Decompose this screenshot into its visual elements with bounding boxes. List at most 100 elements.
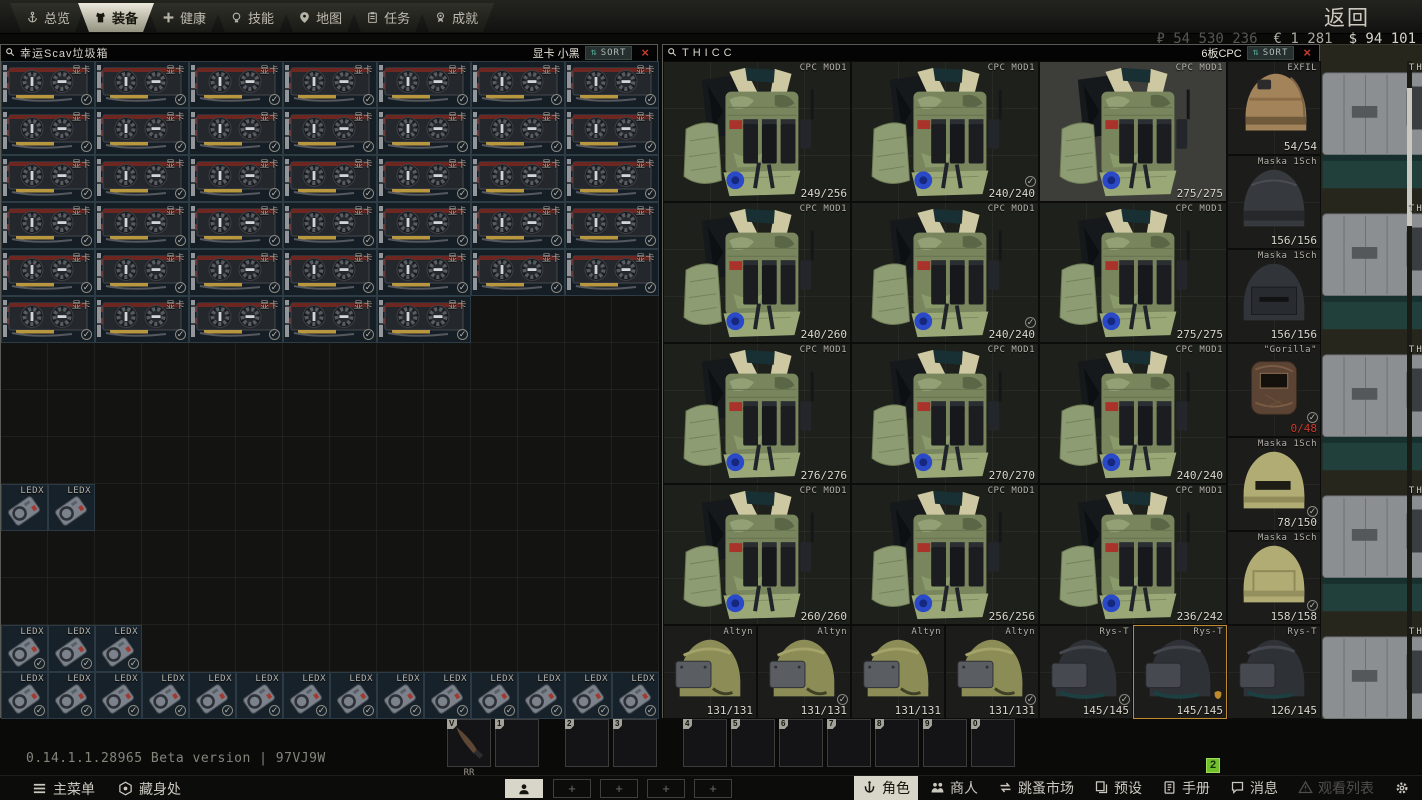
helmet-item[interactable]: Rys-T145/145: [1133, 625, 1227, 719]
quick-slot-V[interactable]: V: [447, 719, 491, 767]
gpu-item[interactable]: 显卡✓: [95, 155, 189, 202]
helmet-item[interactable]: Maska 1Sch156/156: [1227, 155, 1321, 249]
gpu-item[interactable]: 显卡✓: [565, 155, 659, 202]
add-slot-button[interactable]: +: [553, 779, 591, 798]
gpu-item[interactable]: 显卡✓: [189, 108, 283, 155]
ledx-item[interactable]: LEDX✓: [471, 672, 518, 719]
helmet-item[interactable]: Maska 1Sch158/158✓: [1227, 531, 1321, 625]
ledx-item[interactable]: LEDX✓: [48, 625, 95, 672]
gpu-item[interactable]: 显卡✓: [283, 61, 377, 108]
ledx-item[interactable]: LEDX✓: [236, 672, 283, 719]
gpu-item[interactable]: 显卡✓: [471, 108, 565, 155]
back-button[interactable]: 返回: [1324, 2, 1370, 32]
armor-item[interactable]: CPC MOD1240/260: [663, 202, 851, 343]
quick-slot-6[interactable]: 6: [779, 719, 823, 767]
thicc-window-header[interactable]: THICC 6板CPC ⇅SORT ×: [663, 45, 1319, 62]
tab-skills[interactable]: 技能: [214, 3, 290, 32]
gpu-item[interactable]: 显卡✓: [565, 61, 659, 108]
armor-item[interactable]: CPC MOD1240/240✓: [851, 202, 1039, 343]
armor-item[interactable]: CPC MOD1240/240: [1039, 343, 1227, 484]
armor-item[interactable]: CPC MOD1236/242: [1039, 484, 1227, 625]
watchlist-button[interactable]: 观看列表: [1290, 776, 1382, 800]
helmet-item[interactable]: Maska 1Sch156/156: [1227, 249, 1321, 343]
gpu-item[interactable]: 显卡✓: [1, 296, 95, 343]
ledx-item[interactable]: LEDX✓: [612, 672, 659, 719]
gpu-item[interactable]: 显卡✓: [189, 61, 283, 108]
ledx-item[interactable]: LEDX✓: [565, 672, 612, 719]
gpu-item[interactable]: 显卡✓: [283, 249, 377, 296]
add-slot-button[interactable]: +: [694, 779, 732, 798]
ledx-item[interactable]: LEDX✓: [95, 672, 142, 719]
helmet-item[interactable]: Maska 1Sch78/150✓: [1227, 437, 1321, 531]
gpu-item[interactable]: 显卡✓: [95, 296, 189, 343]
gpu-item[interactable]: 显卡✓: [95, 61, 189, 108]
gpu-item[interactable]: 显卡✓: [471, 249, 565, 296]
thicc-close-icon[interactable]: ×: [1299, 47, 1315, 59]
ledx-item[interactable]: LEDX✓: [48, 672, 95, 719]
tab-health[interactable]: 健康: [146, 3, 222, 32]
armor-item[interactable]: CPC MOD1270/270: [851, 343, 1039, 484]
gpu-item[interactable]: 显卡✓: [377, 61, 471, 108]
gpu-item[interactable]: 显卡✓: [189, 249, 283, 296]
gpu-item[interactable]: 显卡✓: [565, 108, 659, 155]
gpu-item[interactable]: 显卡✓: [471, 61, 565, 108]
armor-item[interactable]: CPC MOD1249/256: [663, 61, 851, 202]
quick-slot-2[interactable]: 2: [565, 719, 609, 767]
settings-button[interactable]: [1386, 778, 1418, 798]
traders-button[interactable]: 商人: [922, 776, 986, 800]
armor-item[interactable]: CPC MOD1276/276: [663, 343, 851, 484]
gpu-item[interactable]: 显卡✓: [1, 249, 95, 296]
gpu-item[interactable]: 显卡✓: [189, 296, 283, 343]
ledx-item[interactable]: LEDX✓: [283, 672, 330, 719]
gpu-item[interactable]: 显卡✓: [1, 155, 95, 202]
junkbox-grid[interactable]: 显卡✓ 显卡✓ 显卡✓ 显卡✓ 显卡✓ 显卡✓ 显卡✓ 显卡✓: [1, 61, 659, 719]
hideout-button[interactable]: 藏身处: [112, 778, 187, 799]
ledx-item[interactable]: LEDX✓: [330, 672, 377, 719]
quick-slot-8[interactable]: 8: [875, 719, 919, 767]
gpu-item[interactable]: 显卡✓: [565, 249, 659, 296]
ledx-item[interactable]: LEDX✓: [518, 672, 565, 719]
quick-slot-3[interactable]: 3: [613, 719, 657, 767]
helmet-item[interactable]: Rys-T145/145✓: [1039, 625, 1133, 719]
menu-button[interactable]: 主菜单: [26, 778, 101, 799]
tab-anchor[interactable]: 总览: [10, 3, 86, 32]
tab-map[interactable]: 地图: [282, 3, 358, 32]
quick-slot-0[interactable]: 0: [971, 719, 1015, 767]
tab-tasks[interactable]: 任务: [350, 3, 426, 32]
gpu-item[interactable]: 显卡✓: [283, 155, 377, 202]
armor-item[interactable]: CPC MOD1275/275: [1039, 202, 1227, 343]
ledx-item[interactable]: LEDX✓: [424, 672, 471, 719]
gpu-item[interactable]: 显卡✓: [377, 249, 471, 296]
ledx-item[interactable]: LEDX✓: [377, 672, 424, 719]
armor-item[interactable]: CPC MOD1240/240✓: [851, 61, 1039, 202]
gpu-item[interactable]: 显卡✓: [283, 202, 377, 249]
gpu-item[interactable]: 显卡✓: [471, 155, 565, 202]
gpu-item[interactable]: 显卡✓: [95, 202, 189, 249]
ledx-item[interactable]: LEDX✓: [142, 672, 189, 719]
tab-vest[interactable]: 装备: [78, 3, 154, 32]
gpu-item[interactable]: 显卡✓: [377, 155, 471, 202]
gpu-item[interactable]: 显卡✓: [189, 155, 283, 202]
flea-button[interactable]: 跳蚤市场: [990, 776, 1082, 800]
helmet-item[interactable]: Altyn131/131: [663, 625, 757, 719]
gpu-item[interactable]: 显卡✓: [565, 202, 659, 249]
thicc-sort-button[interactable]: ⇅SORT: [1247, 46, 1295, 60]
helmet-item[interactable]: Rys-T126/145: [1227, 625, 1321, 719]
gpu-item[interactable]: 显卡✓: [1, 202, 95, 249]
add-slot-button[interactable]: +: [600, 779, 638, 798]
presets-button[interactable]: 预设: [1086, 776, 1150, 800]
quick-slot-9[interactable]: 9: [923, 719, 967, 767]
gpu-item[interactable]: 显卡✓: [377, 202, 471, 249]
quick-slot-5[interactable]: 5: [731, 719, 775, 767]
character-slot-button[interactable]: [505, 779, 543, 798]
character-button[interactable]: 角色: [854, 776, 918, 800]
gpu-item[interactable]: 显卡✓: [1, 61, 95, 108]
tab-achievements[interactable]: 成就: [418, 3, 494, 32]
junkbox-sort-button[interactable]: ⇅SORT: [585, 46, 633, 60]
stash-scrollbar-track[interactable]: [1407, 61, 1412, 719]
ledx-item[interactable]: LEDX✓: [1, 625, 48, 672]
messages-button[interactable]: 消息: [1222, 776, 1286, 800]
gpu-item[interactable]: 显卡✓: [189, 202, 283, 249]
armor-item[interactable]: CPC MOD1256/256: [851, 484, 1039, 625]
gpu-item[interactable]: 显卡✓: [377, 108, 471, 155]
